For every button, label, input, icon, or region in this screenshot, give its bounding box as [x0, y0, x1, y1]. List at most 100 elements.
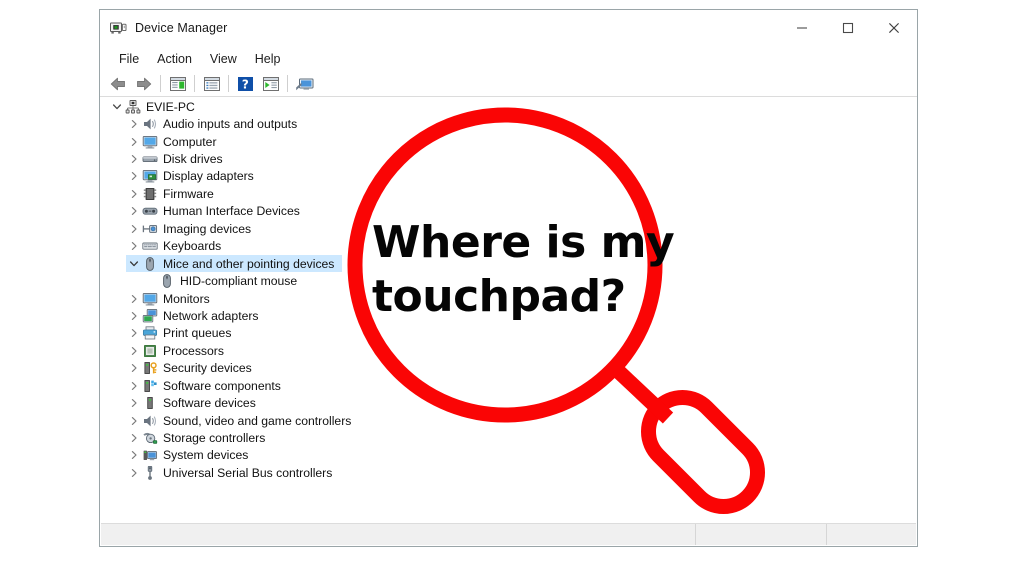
device-tree[interactable]: EVIE-PC Audio inputs a	[101, 98, 916, 544]
chevron-right-icon[interactable]	[126, 465, 142, 481]
show-hide-console-tree-button[interactable]	[165, 72, 190, 95]
tree-row[interactable]: Disk drives	[101, 150, 916, 167]
menu-file[interactable]: File	[110, 50, 148, 68]
tree-row[interactable]: Software components	[101, 377, 916, 394]
minimize-icon	[796, 22, 808, 34]
tree-row[interactable]: Monitors	[101, 290, 916, 307]
tree-node-label: Sound, video and game controllers	[163, 414, 353, 428]
help-button[interactable]: ?	[233, 72, 258, 95]
chevron-right-icon[interactable]	[126, 430, 142, 446]
window-caption-buttons	[779, 10, 917, 46]
tree-node-label: System devices	[163, 448, 250, 462]
security-device-icon	[142, 360, 158, 376]
monitor-icon	[142, 134, 158, 150]
update-driver-icon	[262, 76, 280, 92]
tree-row[interactable]: Storage controllers	[101, 429, 916, 446]
tree-row[interactable]: Computer	[101, 133, 916, 150]
tree-row[interactable]: Audio inputs and outputs	[101, 115, 916, 132]
chevron-right-icon[interactable]	[126, 134, 142, 150]
tree-node-label: Monitors	[163, 292, 212, 306]
disk-drive-icon	[142, 151, 158, 167]
tree-node-label: Security devices	[163, 361, 254, 375]
toolbar-separator-2	[194, 75, 195, 92]
scan-hardware-changes-button[interactable]	[292, 72, 317, 95]
properties-button[interactable]	[199, 72, 224, 95]
processor-icon	[142, 343, 158, 359]
speaker-icon	[142, 413, 158, 429]
maximize-icon	[842, 22, 854, 34]
software-component-icon	[142, 378, 158, 394]
toolbar-separator-1	[160, 75, 161, 92]
storage-controller-icon	[142, 430, 158, 446]
chevron-right-icon[interactable]	[126, 447, 142, 463]
chevron-right-icon[interactable]	[126, 413, 142, 429]
hid-icon	[142, 203, 158, 219]
tree-row[interactable]: Keyboards	[101, 238, 916, 255]
tree-node-label: Storage controllers	[163, 431, 267, 445]
toolbar-separator-3	[228, 75, 229, 92]
keyboard-icon	[142, 238, 158, 254]
chevron-right-icon[interactable]	[126, 151, 142, 167]
chevron-right-icon[interactable]	[126, 325, 142, 341]
tree-row[interactable]: Human Interface Devices	[101, 203, 916, 220]
chevron-down-icon[interactable]	[126, 256, 142, 272]
tree-node-label: Human Interface Devices	[163, 204, 302, 218]
tree-row[interactable]: Processors	[101, 342, 916, 359]
chevron-down-icon[interactable]	[109, 99, 125, 115]
tree-row-mice-and-other-pointing-devices[interactable]: Mice and other pointing devices	[101, 255, 916, 272]
forward-arrow-icon	[134, 76, 153, 92]
tree-row[interactable]: Universal Serial Bus controllers	[101, 464, 916, 481]
update-driver-button[interactable]	[258, 72, 283, 95]
tree-node-label: Software components	[163, 379, 283, 393]
tree-row[interactable]: Print queues	[101, 325, 916, 342]
chevron-right-icon[interactable]	[126, 291, 142, 307]
chevron-right-icon[interactable]	[126, 116, 142, 132]
tree-row[interactable]: Sound, video and game controllers	[101, 412, 916, 429]
window-title: Device Manager	[135, 21, 227, 35]
chevron-right-icon[interactable]	[126, 378, 142, 394]
forward-button[interactable]	[131, 72, 156, 95]
chevron-right-icon[interactable]	[126, 221, 142, 237]
chevron-right-icon[interactable]	[126, 360, 142, 376]
tree-node-label: Display adapters	[163, 169, 256, 183]
tree-node-label: Audio inputs and outputs	[163, 117, 299, 131]
chevron-right-icon[interactable]	[126, 343, 142, 359]
speaker-icon	[142, 116, 158, 132]
tree-row-hid-compliant-mouse[interactable]: HID-compliant mouse	[101, 272, 916, 289]
tree-node-label: Computer	[163, 135, 219, 149]
tree-node-label: Software devices	[163, 396, 258, 410]
tree-row[interactable]: Security devices	[101, 360, 916, 377]
back-button[interactable]	[106, 72, 131, 95]
chevron-right-icon[interactable]	[126, 238, 142, 254]
usb-icon	[142, 465, 158, 481]
menu-view[interactable]: View	[201, 50, 246, 68]
chevron-right-icon[interactable]	[126, 308, 142, 324]
show-hide-console-tree-icon	[169, 76, 187, 92]
tree-row[interactable]: System devices	[101, 447, 916, 464]
close-button[interactable]	[871, 10, 917, 46]
tree-row[interactable]: Imaging devices	[101, 220, 916, 237]
chevron-right-icon[interactable]	[126, 168, 142, 184]
tree-row[interactable]: Firmware	[101, 185, 916, 202]
device-manager-icon	[109, 19, 127, 37]
chevron-right-icon[interactable]	[126, 395, 142, 411]
maximize-button[interactable]	[825, 10, 871, 46]
tree-node-label: Keyboards	[163, 239, 223, 253]
tree-node-label: Mice and other pointing devices	[163, 257, 336, 271]
system-device-icon	[142, 447, 158, 463]
tree-node-label: EVIE-PC	[146, 100, 197, 114]
tree-node-label: Disk drives	[163, 152, 225, 166]
network-adapter-icon	[142, 308, 158, 324]
chevron-right-icon[interactable]	[126, 203, 142, 219]
minimize-button[interactable]	[779, 10, 825, 46]
menu-help[interactable]: Help	[246, 50, 290, 68]
tree-row[interactable]: EVIE-PC	[101, 98, 916, 115]
menu-action[interactable]: Action	[148, 50, 201, 68]
tree-row[interactable]: Software devices	[101, 394, 916, 411]
mouse-icon	[159, 273, 175, 289]
properties-icon	[203, 76, 221, 92]
chevron-right-icon[interactable]	[126, 186, 142, 202]
screenshot-canvas: Device Manager	[0, 0, 1024, 576]
tree-row[interactable]: Network adapters	[101, 307, 916, 324]
tree-row[interactable]: Display adapters	[101, 168, 916, 185]
